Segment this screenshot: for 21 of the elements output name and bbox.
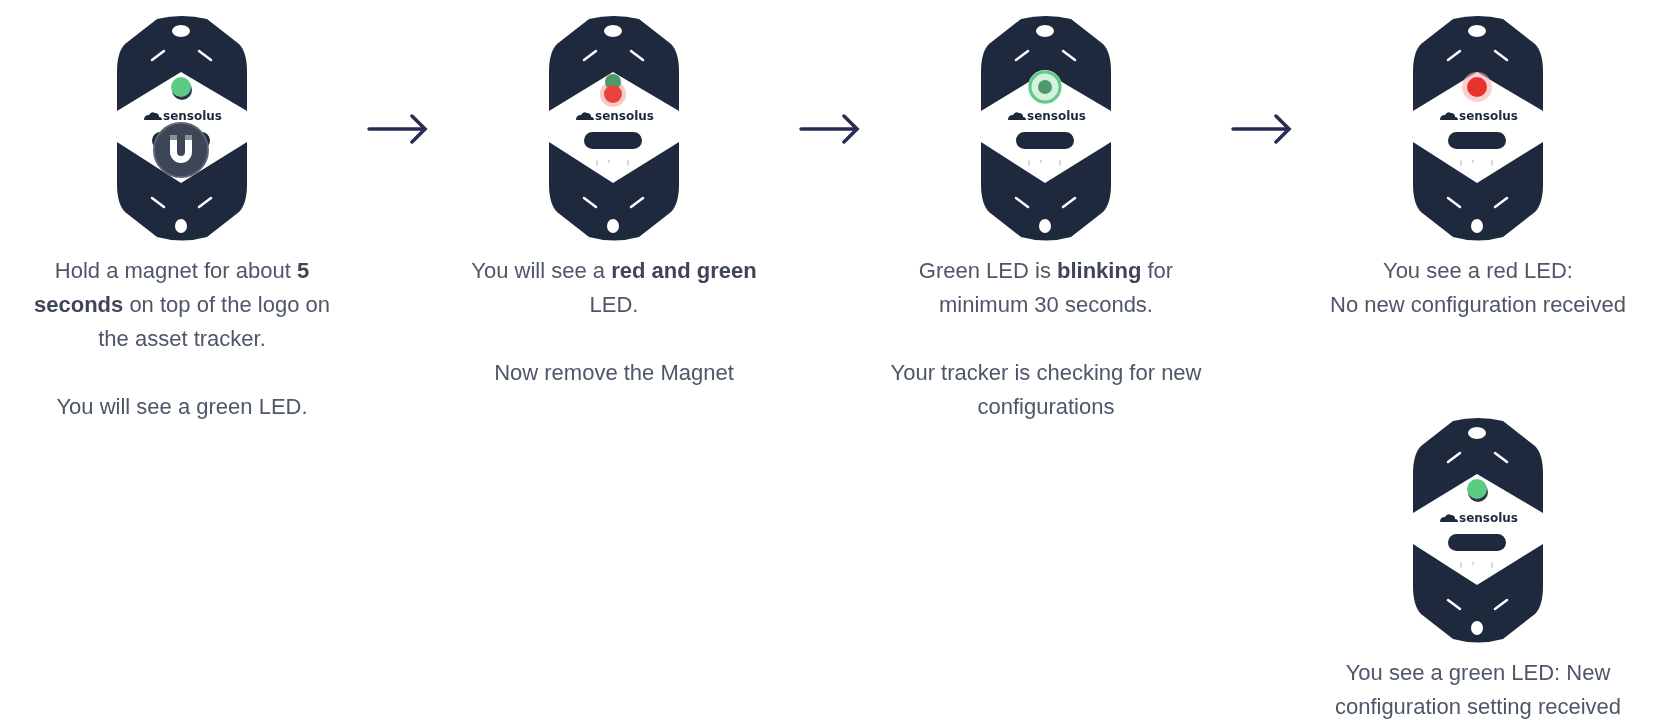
- cloud-icon: [143, 112, 162, 120]
- brand-name: sensolus: [594, 109, 654, 123]
- instruction-text: Green LED is blinking for minimum 30 seconds.: [917, 257, 1175, 319]
- instruction-text: You will see a green LED.: [56, 393, 308, 421]
- instruction-text: You will see a red and green LED.: [470, 257, 758, 319]
- brand-name: sensolus: [1458, 109, 1518, 123]
- instruction-text: You see a red LED: No new configuration received: [1330, 257, 1626, 319]
- arrow-icon: [1231, 114, 1292, 144]
- cloud-icon: [1007, 112, 1026, 120]
- brand-name: sensolus: [1026, 109, 1086, 123]
- instruction-text: Now remove the Magnet: [494, 359, 734, 387]
- brand-name: sensolus: [1458, 511, 1518, 525]
- instruction-text: You see a green LED: New configuration setting received: [1333, 659, 1623, 721]
- arrow-icon: [799, 114, 860, 144]
- brand-name: sensolus: [162, 109, 222, 123]
- instruction-text: Your tracker is checking for new configurations: [889, 359, 1203, 421]
- arrow-icon: [367, 114, 428, 144]
- cloud-icon: [575, 112, 594, 120]
- cloud-icon: [1439, 112, 1458, 120]
- cloud-icon: [1439, 514, 1458, 522]
- instruction-text: Hold a magnet for about 5 seconds on top of the logo on the asset tracker.: [33, 257, 331, 353]
